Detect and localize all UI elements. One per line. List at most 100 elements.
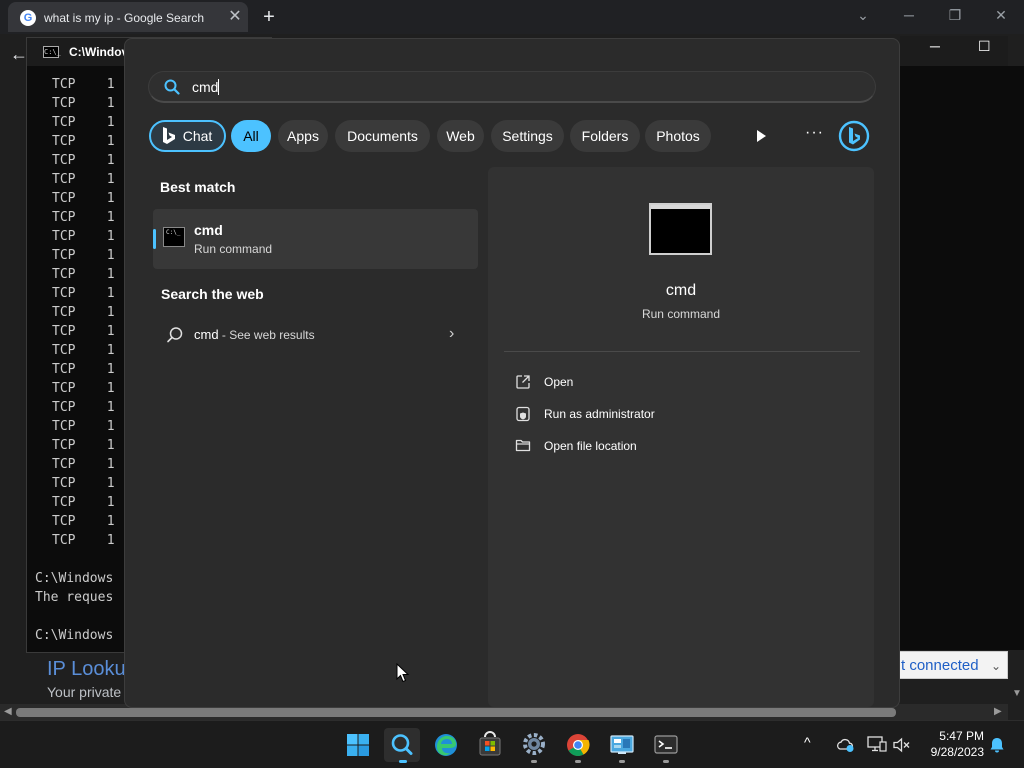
filter-settings[interactable]: Settings: [491, 120, 564, 152]
scroll-left-icon[interactable]: ◀: [4, 706, 12, 717]
best-match-subtitle: Run command: [194, 242, 273, 256]
cmd-output-line: TCP 1: [52, 457, 115, 472]
filter-apps[interactable]: Apps: [278, 120, 328, 152]
action-open-file-location-label: Open file location: [544, 439, 637, 453]
result-snippet: Your private: [47, 684, 122, 700]
filter-all[interactable]: All: [231, 120, 271, 152]
taskbar-search-button[interactable]: [384, 728, 420, 762]
cmd-output-line: TCP 1: [52, 381, 115, 396]
cmd-preview-icon: [649, 203, 712, 255]
detail-app-name: cmd: [665, 282, 697, 299]
divider: [504, 351, 860, 352]
control-panel-button[interactable]: [604, 728, 640, 762]
cmd-maximize-button[interactable]: ☐: [978, 38, 991, 55]
gear-icon: [523, 733, 545, 755]
onedrive-icon[interactable]: [836, 736, 856, 754]
running-indicator: [575, 760, 581, 763]
control-panel-icon: [610, 735, 634, 754]
search-input[interactable]: [148, 71, 876, 103]
edge-icon: [435, 734, 457, 756]
scroll-right-icon[interactable]: ▶: [994, 706, 1002, 717]
chevron-right-icon: ›: [449, 325, 455, 342]
close-window-button[interactable]: ✕: [986, 4, 1016, 26]
chrome-button[interactable]: [560, 728, 596, 762]
show-hidden-icons-chevron[interactable]: ^: [804, 734, 811, 750]
search-query: cmd: [192, 79, 219, 95]
action-run-as-admin-label: Run as administrator: [544, 407, 655, 421]
cmd-window-body-right: [900, 66, 1024, 650]
scroll-filters-right-icon[interactable]: [752, 127, 770, 145]
filter-web[interactable]: Web: [437, 120, 484, 152]
minimize-button[interactable]: ─: [894, 4, 924, 26]
terminal-icon: [654, 735, 678, 754]
tab-close-icon[interactable]: ✕: [226, 8, 244, 26]
cmd-output-line: TCP 1: [52, 96, 115, 111]
network-status-text: t connected: [901, 657, 979, 674]
restore-button[interactable]: ❐: [940, 4, 970, 26]
running-indicator: [619, 760, 625, 763]
best-match-heading: Best match: [160, 179, 236, 195]
settings-button[interactable]: [516, 728, 552, 762]
cmd-prompt: C:\Windows: [35, 571, 114, 586]
detail-app-subtitle: Run command: [641, 307, 721, 321]
more-options-icon[interactable]: ···: [805, 124, 824, 142]
filter-photos[interactable]: Photos: [645, 120, 711, 152]
search-icon: [164, 79, 180, 95]
filter-chat-label: Chat: [182, 128, 213, 144]
cmd-prompt: C:\Windows: [35, 628, 114, 643]
cmd-output-line: TCP 1: [52, 115, 115, 130]
microsoft-store-icon: [479, 731, 501, 756]
clock-time[interactable]: 5:47 PM: [920, 729, 984, 743]
scroll-down-icon[interactable]: ▼: [1012, 688, 1022, 699]
horizontal-scroll-thumb[interactable]: [16, 708, 896, 717]
edge-button[interactable]: [428, 728, 464, 762]
network-icon[interactable]: [866, 735, 888, 753]
shield-icon: [516, 406, 530, 422]
cmd-output-line: TCP 1: [52, 476, 115, 491]
cmd-icon: C:\_: [43, 46, 61, 58]
terminal-button[interactable]: [648, 728, 684, 762]
network-status-dropdown[interactable]: t connected ⌄: [898, 651, 1008, 679]
bing-icon[interactable]: [838, 120, 870, 152]
filter-folders[interactable]: Folders: [570, 120, 640, 152]
action-open-label: Open: [544, 375, 574, 389]
cmd-output-line: TCP 1: [52, 248, 115, 263]
cmd-output-line: TCP 1: [52, 172, 115, 187]
text-caret: [218, 79, 219, 95]
cmd-output-line: TCP 1: [52, 419, 115, 434]
cmd-preview-titlebar: [651, 205, 710, 209]
cmd-output-line: TCP 1: [52, 77, 115, 92]
cmd-minimize-button[interactable]: ─: [930, 38, 940, 54]
cmd-output-line: TCP 1: [52, 514, 115, 529]
cmd-titlebar-right: [900, 36, 1008, 66]
tab-search-icon[interactable]: ⌄: [848, 4, 878, 26]
google-icon: G: [20, 10, 36, 26]
tab-title: what is my ip - Google Search: [44, 11, 205, 25]
best-match-name: cmd: [194, 222, 223, 238]
cmd-output-line: TCP 1: [52, 229, 115, 244]
best-match-item[interactable]: [153, 209, 478, 269]
folder-icon: [515, 439, 531, 452]
bing-chat-icon: [163, 127, 175, 144]
new-tab-button[interactable]: +: [258, 6, 280, 28]
cmd-output-line: TCP 1: [52, 495, 115, 510]
clock-date[interactable]: 9/28/2023: [910, 745, 984, 759]
result-heading-link[interactable]: IP Looku: [47, 658, 126, 681]
volume-muted-icon[interactable]: [892, 736, 912, 754]
start-button[interactable]: [340, 728, 376, 762]
filter-documents[interactable]: Documents: [335, 120, 430, 152]
cmd-output-line: TCP 1: [52, 533, 115, 548]
notification-bell-icon[interactable]: [988, 736, 1006, 754]
cmd-response: The reques: [35, 590, 114, 605]
cmd-output-line: TCP 1: [52, 343, 115, 358]
chevron-down-icon: ⌄: [990, 659, 1001, 673]
store-button[interactable]: [472, 728, 508, 762]
search-icon: [167, 327, 183, 343]
windows-icon: [347, 734, 369, 756]
browser-tab[interactable]: G what is my ip - Google Search ✕: [8, 2, 248, 32]
active-indicator: [399, 760, 407, 763]
cmd-output-line: TCP 1: [52, 267, 115, 282]
cmd-output-line: TCP 1: [52, 324, 115, 339]
open-external-icon: [516, 375, 530, 389]
cmd-output-line: TCP 1: [52, 400, 115, 415]
